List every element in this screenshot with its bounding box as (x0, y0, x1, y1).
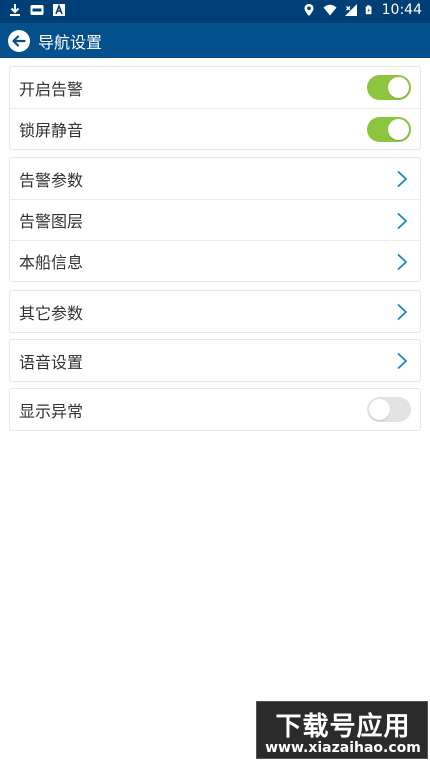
lock-mute-toggle[interactable] (367, 117, 411, 142)
settings-group-alarm-config: 告警参数 告警图层 本船信息 (9, 157, 421, 282)
battery-icon (365, 5, 372, 15)
settings-group-other: 其它参数 (9, 290, 421, 333)
setting-label: 显示异常 (19, 401, 84, 421)
setting-row-enable-alarm: 开启告警 (10, 67, 420, 108)
settings-group-voice: 语音设置 (9, 339, 421, 382)
chevron-right-icon (397, 170, 408, 188)
toggle-knob (369, 399, 390, 420)
setting-row-display-error: 显示异常 (10, 389, 420, 430)
page-title: 导航设置 (38, 32, 103, 52)
status-time: 10:44 (381, 2, 422, 18)
toggle-knob (388, 77, 409, 98)
chevron-right-icon (397, 253, 408, 271)
setting-label: 告警图层 (19, 212, 84, 231)
a-icon (53, 3, 65, 16)
enable-alarm-toggle[interactable] (367, 75, 411, 100)
chevron-right-icon (397, 352, 408, 370)
title-bar: 导航设置 (0, 23, 430, 58)
setting-row-voice-settings[interactable]: 语音设置 (10, 340, 420, 381)
status-bar-left (8, 3, 66, 17)
setting-row-ship-info[interactable]: 本船信息 (10, 240, 420, 281)
back-button[interactable] (7, 29, 31, 53)
setting-label: 本船信息 (19, 253, 84, 272)
hmd-icon (30, 5, 44, 15)
location-icon (304, 4, 314, 16)
watermark-url: www.xiazaihao.com (265, 740, 421, 756)
wifi-icon (323, 4, 337, 16)
status-bar-right: 10:44 (302, 2, 422, 18)
watermark-logo: 下载号应用 www.xiazaihao.com (256, 701, 428, 759)
display-error-toggle[interactable] (367, 397, 411, 422)
setting-row-alarm-params[interactable]: 告警参数 (10, 158, 420, 199)
chevron-right-icon (397, 303, 408, 321)
settings-group-alarm: 开启告警 锁屏静音 (9, 66, 421, 150)
back-arrow-icon (8, 29, 30, 52)
watermark-title: 下载号应用 (275, 712, 411, 742)
setting-row-lock-mute: 锁屏静音 (10, 108, 420, 149)
setting-label: 语音设置 (19, 352, 84, 372)
setting-row-alarm-layer[interactable]: 告警图层 (10, 199, 420, 240)
toggle-knob (388, 119, 409, 140)
setting-row-other-params[interactable]: 其它参数 (10, 291, 420, 332)
download-icon (10, 4, 20, 16)
status-bar: 10:44 (0, 0, 430, 23)
setting-label: 锁屏静音 (19, 121, 84, 140)
signal-icon (344, 4, 357, 16)
setting-label: 告警参数 (19, 170, 84, 190)
chevron-right-icon (397, 212, 408, 230)
setting-label: 其它参数 (19, 303, 84, 323)
setting-label: 开启告警 (19, 79, 84, 99)
settings-group-display: 显示异常 (9, 388, 421, 431)
